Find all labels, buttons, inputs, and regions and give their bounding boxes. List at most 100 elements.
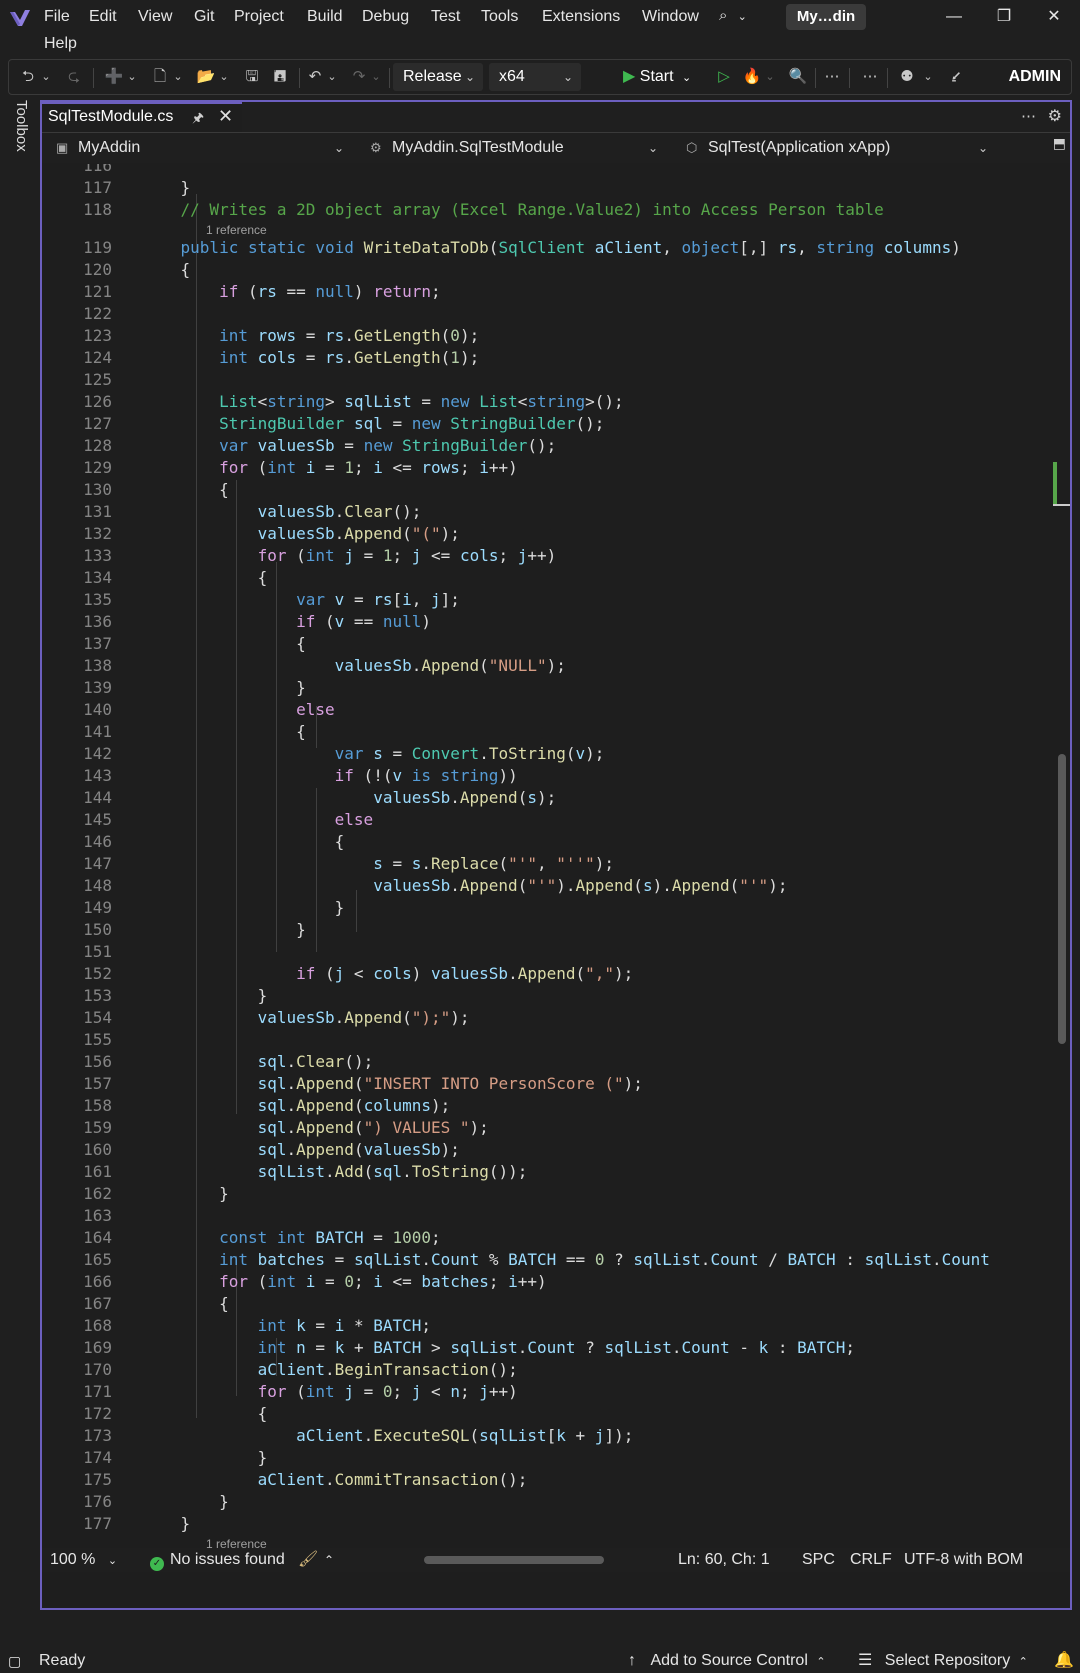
codelens-references[interactable]: 1 reference [42,1537,1070,1548]
chevron-down-icon: ⌄ [127,71,137,83]
code-line: 130 { [42,479,1070,501]
pin-icon[interactable]: 🖈 [192,109,204,131]
start-debugging-button[interactable]: ▶ Start ⌄ [623,63,691,91]
search-button[interactable]: ⌕ ⌄ [719,7,753,29]
output-window-icon[interactable]: ▢ [8,1650,21,1672]
check-circle-icon: ✓ [150,1557,164,1571]
navigate-forward-button[interactable]: ⮎ [63,64,85,90]
toolbar-separator [93,68,94,88]
chevron-down-icon: ⌄ [464,70,475,84]
chevron-up-icon[interactable]: ⌃ [324,1549,334,1571]
menu-help[interactable]: Help [44,33,77,55]
menu-view[interactable]: View [138,6,172,28]
standard-toolbar: ⮌ ⌄ ⮎ ➕ ⌄ 🗋 ⌄ 📂 ⌄ 🖫 🖪 ↶ ⌄ ↷ ⌄ Release ⌄ … [8,59,1072,95]
code-line: 168 int k = i * BATCH; [42,1315,1070,1337]
open-file-dropdown[interactable]: ⌄ [217,64,231,90]
menu-test[interactable]: Test [431,6,460,28]
find-in-files-button[interactable]: 🔍 [787,64,809,90]
line-number: 175 [83,1470,112,1489]
line-number: 147 [83,854,112,873]
new-project-icon: ➕ [104,68,124,85]
tab-sqltestmodule[interactable]: SqlTestModule.cs 🖈 ✕ [42,102,242,132]
code-line: 171 for (int j = 0; j < n; j++) [42,1381,1070,1403]
issues-indicator[interactable]: ✓ No issues found [150,1549,285,1571]
chevron-down-icon: ⌄ [41,71,51,83]
hot-reload-button[interactable]: 🔥 [741,64,763,90]
configuration-select[interactable]: Release ⌄ [393,63,483,91]
menu-window[interactable]: Window [642,6,699,28]
save-button[interactable]: 🖫 [241,64,263,90]
indent-mode[interactable]: SPC [802,1549,835,1571]
menu-edit[interactable]: Edit [89,6,117,28]
hot-reload-dropdown[interactable]: ⌄ [763,64,777,90]
menu-git[interactable]: Git [194,6,214,28]
copilot-button[interactable]: ⚉ [893,64,921,90]
vertical-scrollbar-thumb[interactable] [1058,754,1066,1044]
line-number: 166 [83,1272,112,1291]
minimize-button[interactable]: — [934,4,974,30]
cursor-position[interactable]: Ln: 60, Ch: 1 [678,1549,770,1571]
brush-icon[interactable]: 🖌 [298,1549,318,1571]
menu-tools[interactable]: Tools [481,6,518,28]
visual-studio-logo-icon[interactable] [8,6,32,30]
platform-select[interactable]: x64 ⌄ [489,63,581,91]
restore-button[interactable]: ❐ [984,4,1024,30]
code-line: 124 int cols = rs.GetLength(1); [42,347,1070,369]
code-editor[interactable]: 116 117 } 118 // Writes a 2D object arra… [42,164,1070,1548]
code-line: 172 { [42,1403,1070,1425]
project-dropdown[interactable]: ▣ MyAddin ⌄ [46,135,352,161]
copilot-dropdown[interactable]: ⌄ [921,64,935,90]
horizontal-scrollbar-thumb[interactable] [424,1556,604,1564]
new-project-dropdown[interactable]: ⌄ [125,64,139,90]
close-tab-icon[interactable]: ✕ [218,106,233,127]
overflow-button[interactable]: ⋯ [859,64,881,90]
redo-button[interactable]: ↷ [349,64,369,90]
line-ending[interactable]: CRLF [850,1549,892,1571]
split-editor-icon[interactable]: ⬒ [1053,135,1066,152]
undo-dropdown[interactable]: ⌄ [325,64,339,90]
line-number: 149 [83,898,112,917]
tab-overflow-icon[interactable]: ⋯ [1021,107,1036,125]
code-line: 121 if (rs == null) return; [42,281,1070,303]
menu-debug[interactable]: Debug [362,6,409,28]
member-dropdown[interactable]: ⬡ SqlTest(Application xApp) ⌄ [676,135,996,161]
line-number: 142 [83,744,112,763]
select-repository-button[interactable]: ☰ Select Repository ⌃ [858,1650,1028,1672]
gear-icon[interactable]: ⚙ [1048,106,1062,126]
code-line: 161 sqlList.Add(sql.ToString()); [42,1161,1070,1183]
close-window-button[interactable]: ✕ [1034,4,1074,30]
play-outline-icon: ▷ [718,68,730,85]
solution-name-badge[interactable]: My…din [786,4,866,30]
menu-file[interactable]: File [44,6,70,28]
line-number: 143 [83,766,112,785]
open-file-button[interactable]: 📂 [195,64,217,90]
line-number: 146 [83,832,112,851]
line-number: 130 [83,480,112,499]
arrow-up-icon: ↑ [628,1652,636,1669]
menu-project[interactable]: Project [234,6,284,28]
add-to-source-control-button[interactable]: ↑ Add to Source Control ⌃ [628,1650,826,1672]
line-number: 131 [83,502,112,521]
menu-build[interactable]: Build [307,6,343,28]
toolbox-tab[interactable]: Toolbox [10,100,30,152]
line-number: 119 [83,238,112,257]
chevron-down-icon: ⌄ [647,141,658,155]
editor-status-bar: 100 % ⌄ ✓ No issues found 🖌 ⌃ Ln: 60, Ch:… [42,1548,1070,1572]
back-dropdown-button[interactable]: ⌄ [39,64,53,90]
live-share-button[interactable]: ⭹ [945,64,967,90]
redo-dropdown[interactable]: ⌄ [369,64,383,90]
toolbar-overflow-button[interactable]: ⋯ [821,64,843,90]
new-project-button[interactable]: ➕ [103,64,125,90]
undo-button[interactable]: ↶ [305,64,325,90]
type-dropdown[interactable]: ⚙ MyAddin.SqlTestModule ⌄ [360,135,666,161]
notifications-bell-icon[interactable]: 🔔 [1054,1650,1074,1672]
start-without-debugging-button[interactable]: ▷ [713,64,735,90]
new-file-dropdown[interactable]: ⌄ [171,64,185,90]
file-encoding[interactable]: UTF-8 with BOM [904,1549,1023,1571]
zoom-select[interactable]: 100 % ⌄ [50,1549,117,1571]
new-file-button[interactable]: 🗋 [149,64,171,90]
chevron-down-icon: ⌄ [333,141,344,155]
menu-extensions[interactable]: Extensions [542,6,620,28]
save-all-button[interactable]: 🖪 [269,64,291,90]
navigate-back-button[interactable]: ⮌ [17,64,39,90]
